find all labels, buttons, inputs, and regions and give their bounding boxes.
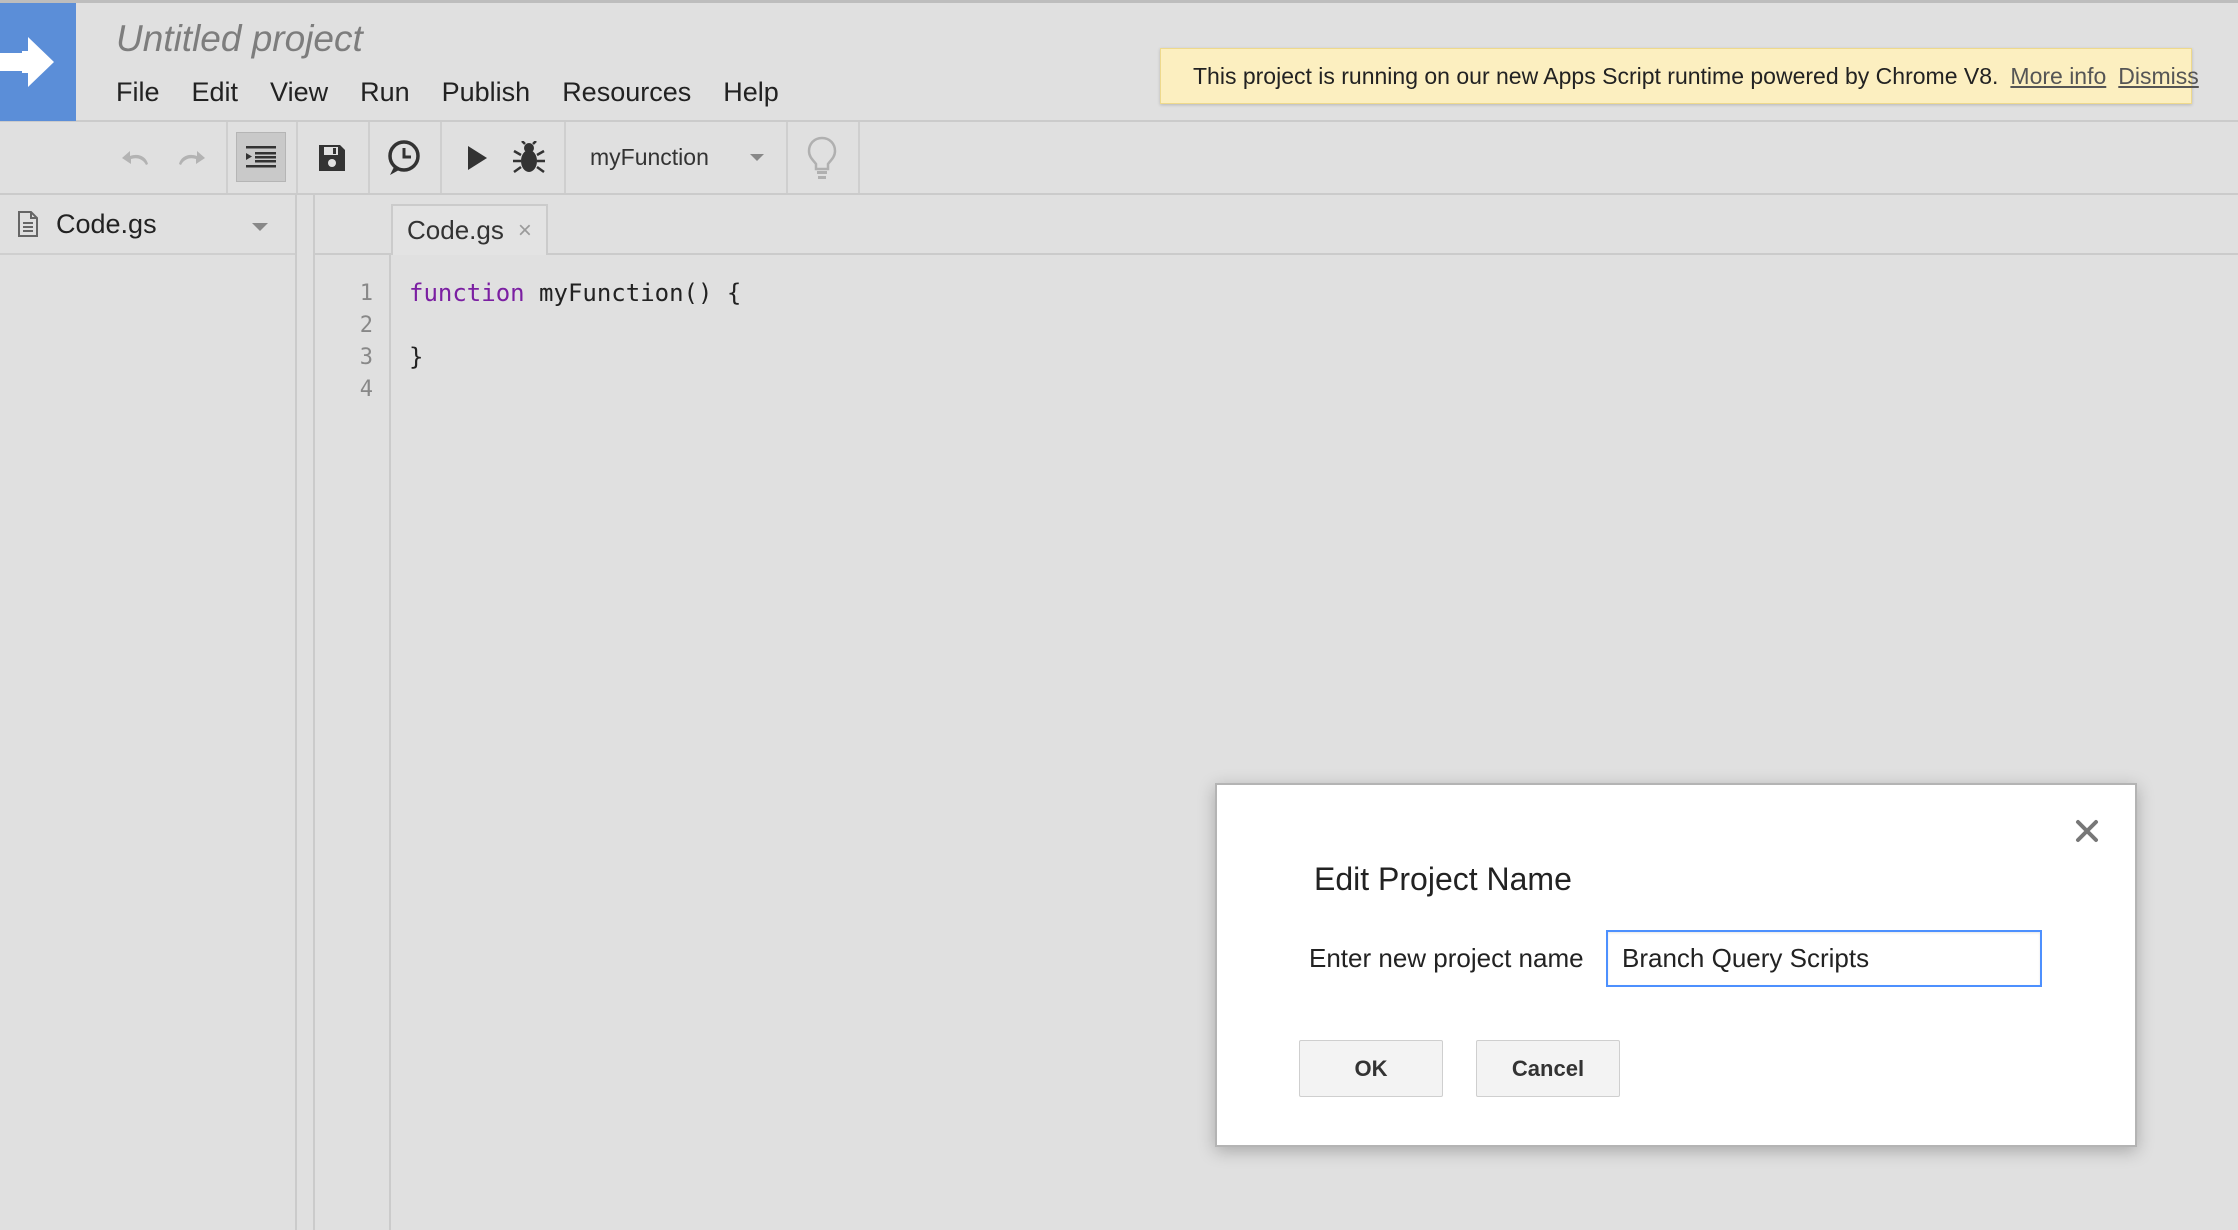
line-number: 4 [359,377,373,402]
project-title[interactable]: Untitled project [116,18,363,60]
tab-label: Code.gs [407,215,504,245]
file-item-code-gs[interactable]: Code.gs [0,195,295,255]
menu-bar: File Edit View Run Publish Resources Hel… [116,72,811,112]
undo-icon [122,150,148,165]
line-number: 1 [359,281,373,306]
file-name: Code.gs [56,208,157,239]
code-line-3[interactable]: } [409,343,423,371]
close-icon [2076,820,2098,842]
cancel-button[interactable]: Cancel [1476,1040,1620,1097]
debug-bug-icon [513,140,545,173]
execution-hints-button[interactable] [796,122,848,193]
code-keyword: function [409,279,525,307]
tab-close-icon[interactable]: × [518,217,532,245]
menu-file[interactable]: File [116,72,192,112]
file-menu-caret-icon[interactable] [252,223,268,232]
menu-publish[interactable]: Publish [442,72,563,112]
dialog-title: Edit Project Name [1314,861,1572,897]
project-name-label: Enter new project name [1309,943,1584,973]
save-button[interactable] [306,122,358,193]
dismiss-link[interactable]: Dismiss [2118,63,2199,90]
edit-project-name-dialog: Edit Project Name Enter new project name… [1215,783,2137,1147]
save-icon [319,144,345,171]
debug-button[interactable] [504,122,554,193]
code-line-1[interactable]: function myFunction() { [409,279,741,307]
file-sidebar: Code.gs [0,195,297,1230]
code-text: myFunction() { [524,279,742,307]
redo-icon [179,150,205,165]
sidebar-resize-strip[interactable] [297,195,315,1230]
more-info-link[interactable]: More info [2010,63,2106,90]
lightbulb-icon [807,136,837,179]
triggers-clock-icon [388,139,420,175]
dropdown-caret-icon [750,154,764,161]
editor-tab-bar: Code.gs × [315,195,2238,255]
tab-code-gs[interactable]: Code.gs × [391,204,548,255]
triggers-button[interactable] [378,122,430,193]
banner-message: This project is running on our new Apps … [1193,62,1999,89]
line-number-gutter: 1 2 3 4 [315,255,391,1230]
arrow-right-icon [0,37,54,87]
menu-edit[interactable]: Edit [192,72,271,112]
ok-button[interactable]: OK [1299,1040,1443,1097]
line-number: 3 [359,345,373,370]
project-name-input[interactable] [1606,930,2042,987]
selected-function-label: myFunction [590,144,709,170]
menu-view[interactable]: View [270,72,360,112]
run-button[interactable] [452,122,502,193]
runtime-notice-banner: This project is running on our new Apps … [1160,48,2199,104]
document-icon [18,211,38,237]
menu-run[interactable]: Run [360,72,442,112]
redo-button[interactable] [165,122,215,193]
line-number: 2 [359,313,373,338]
menu-resources[interactable]: Resources [562,72,723,112]
undo-button[interactable] [112,122,162,193]
indent-toggle-button[interactable] [236,132,286,182]
run-icon [468,145,487,170]
indent-icon [246,146,276,168]
dialog-close-button[interactable] [2069,813,2105,849]
toolbar: myFunction [0,122,2238,195]
function-selector[interactable]: myFunction [570,122,770,193]
menu-help[interactable]: Help [723,72,811,112]
apps-script-logo[interactable] [0,3,76,121]
